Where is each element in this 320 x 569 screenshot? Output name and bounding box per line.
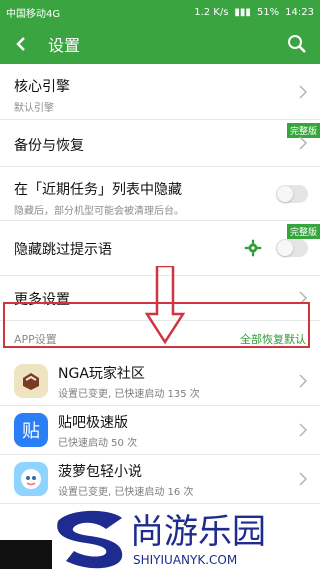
- app-status: 设置已变更, 已快速启动 16 次: [58, 486, 194, 498]
- app-text-nga: NGA玩家社区 设置已变更, 已快速启动 135 次: [58, 363, 200, 400]
- speed-text: 1.2 K/s: [194, 6, 229, 18]
- battery-text: 51%: [256, 6, 280, 18]
- gear-icon[interactable]: [244, 239, 262, 257]
- app-row-nga[interactable]: NGA玩家社区 设置已变更, 已快速启动 135 次: [0, 357, 320, 406]
- nga-app-icon: [14, 364, 48, 398]
- core-engine-subtitle: 默认引擎: [14, 103, 54, 114]
- app-status: 已快速启动 50 次: [58, 437, 138, 449]
- carrier-text: 中国移动4G: [6, 8, 61, 20]
- search-button[interactable]: [284, 31, 310, 57]
- page-title: 设置: [48, 36, 81, 55]
- app-name: NGA玩家社区: [58, 365, 145, 382]
- chevron-right-icon: [299, 136, 308, 150]
- app-row-tieba[interactable]: 贴 贴吧极速版 已快速启动 50 次: [0, 406, 320, 455]
- backup-row[interactable]: 完整版 备份与恢复: [0, 120, 320, 167]
- chevron-right-icon: [299, 84, 308, 99]
- app-text-boluobao: 菠萝包轻小说 设置已变更, 已快速启动 16 次: [58, 461, 193, 498]
- status-right: 1.2 K/s ▮▮▮ 51% 14:23: [194, 7, 314, 18]
- full-version-badge: 完整版: [286, 224, 320, 239]
- title-bar: 设置: [0, 24, 320, 64]
- highlight-box: [3, 302, 310, 348]
- tieba-app-icon: 贴: [14, 413, 48, 447]
- core-engine-row[interactable]: 核心引擎 默认引擎: [0, 64, 320, 120]
- hide-recent-subtitle: 隐藏后，部分机型可能会被清理后台。: [14, 206, 184, 217]
- hide-recent-toggle[interactable]: [276, 184, 308, 203]
- app-name: 菠萝包轻小说: [58, 463, 142, 480]
- chevron-right-icon: [299, 374, 308, 388]
- app-status: 设置已变更, 已快速启动 135 次: [58, 388, 200, 400]
- app-name: 贴吧极速版: [58, 414, 128, 431]
- status-bar: 中国移动4G 1.2 K/s ▮▮▮ 51% 14:23: [0, 0, 320, 24]
- back-button[interactable]: [10, 32, 34, 56]
- hide-recent-row: 在「近期任务」列表中隐藏 隐藏后，部分机型可能会被清理后台。: [0, 167, 320, 221]
- hide-recent-title: 在「近期任务」列表中隐藏: [14, 182, 182, 198]
- chevron-left-icon: [16, 37, 25, 51]
- hide-skip-toggle[interactable]: [276, 239, 308, 257]
- chevron-right-icon: [299, 472, 308, 486]
- app-row-boluobao[interactable]: 菠萝包轻小说 设置已变更, 已快速启动 16 次: [0, 455, 320, 504]
- core-engine-title: 核心引擎: [14, 79, 70, 95]
- chevron-right-icon: [299, 423, 308, 437]
- app-text-tieba: 贴吧极速版 已快速启动 50 次: [58, 412, 137, 449]
- signal-icon: ▮▮▮: [234, 6, 251, 18]
- time-text: 14:23: [285, 6, 314, 18]
- watermark-bar: [0, 540, 52, 569]
- boluobao-app-icon: [14, 462, 48, 496]
- search-icon: [288, 35, 306, 53]
- hide-skip-title: 隐藏跳过提示语: [14, 242, 112, 258]
- backup-title: 备份与恢复: [14, 138, 84, 154]
